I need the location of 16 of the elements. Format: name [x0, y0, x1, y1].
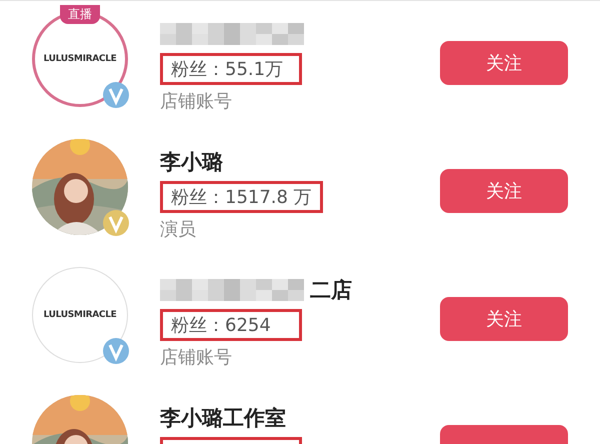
account-name: 李小璐工作室: [160, 405, 286, 432]
follow-button[interactable]: 关注: [440, 297, 568, 341]
avatar[interactable]: LULUSMIRACLE: [32, 267, 128, 363]
follower-count: 粉丝：1517.8 万: [160, 181, 323, 213]
follower-count: 粉丝：6254: [160, 309, 302, 341]
account-type: 店铺账号: [160, 346, 232, 369]
account-name-suffix: 二店: [310, 277, 352, 304]
account-type: 演员: [160, 218, 196, 241]
live-badge: 直播: [60, 5, 100, 24]
logo-text: LULUSMIRACLE: [43, 310, 116, 320]
logo-text: LULUSMIRACLE: [43, 54, 116, 64]
follow-button[interactable]: 关注: [440, 169, 568, 213]
follower-count: 粉丝：55.1万: [160, 53, 302, 85]
account-name: 李小璐: [160, 149, 223, 176]
account-type: 店铺账号: [160, 90, 232, 113]
follow-button[interactable]: 关注: [440, 41, 568, 85]
